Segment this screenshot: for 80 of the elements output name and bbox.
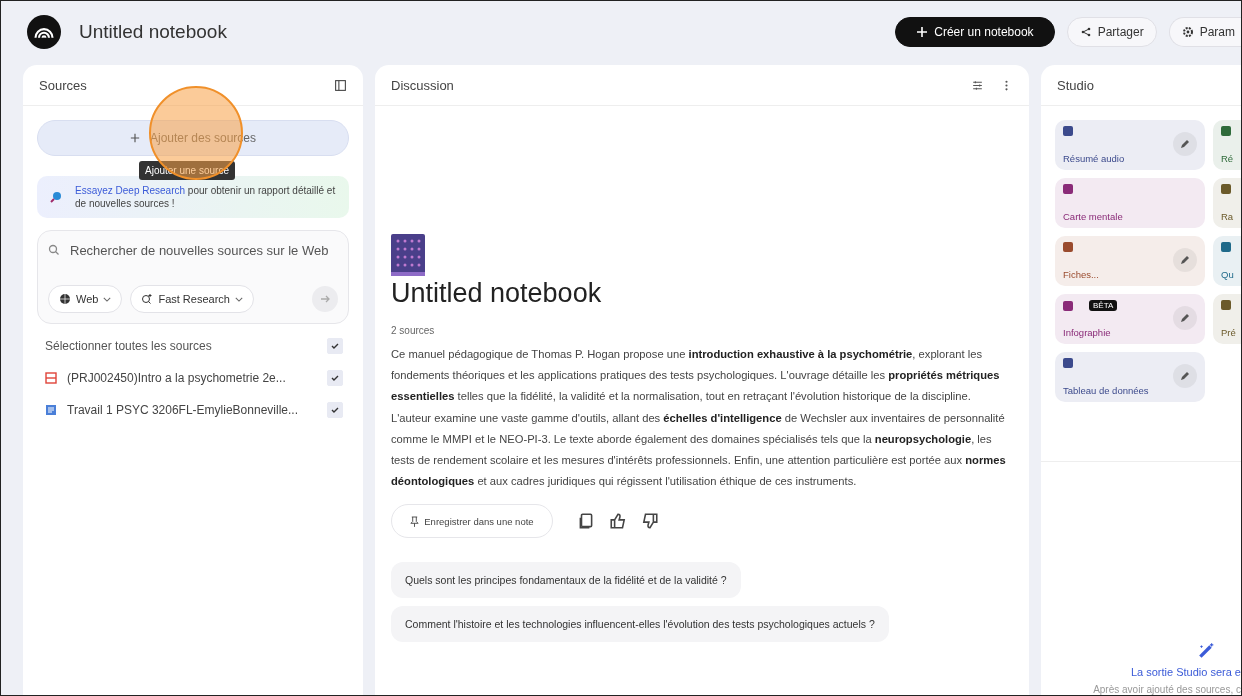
edit-button[interactable] bbox=[1173, 132, 1197, 156]
logo-icon bbox=[27, 15, 61, 49]
suggested-question[interactable]: Quels sont les principes fondamentaux de la fidélité et de la validité ? bbox=[391, 562, 741, 599]
search-box[interactable]: Rechercher de nouvelles sources sur le Web Web Fast Research bbox=[37, 230, 349, 324]
thumbs-up-icon[interactable] bbox=[608, 512, 627, 531]
check-icon bbox=[330, 341, 340, 351]
document-icon bbox=[45, 404, 57, 416]
studio-card[interactable]: Pré bbox=[1213, 294, 1241, 344]
card-label: Résumé audio bbox=[1063, 153, 1126, 164]
empty-state-text: Après avoir ajouté des sources, c bbox=[1093, 684, 1241, 695]
source-item[interactable]: (PRJ002450)Intro a la psychometrie 2e... bbox=[67, 371, 317, 385]
checkbox[interactable] bbox=[327, 370, 343, 386]
card-label: Fiches... bbox=[1063, 269, 1100, 280]
globe-icon bbox=[59, 293, 71, 305]
check-icon bbox=[330, 405, 340, 415]
notebook-title: Untitled notebook bbox=[79, 21, 227, 43]
magnifier-icon bbox=[49, 190, 63, 204]
studio-card[interactable]: Tableau de données bbox=[1055, 352, 1205, 402]
card-label: Qu bbox=[1221, 269, 1235, 280]
caret-icon bbox=[103, 296, 112, 302]
search-sparkle-icon bbox=[141, 293, 154, 305]
settings-icon bbox=[1181, 26, 1194, 38]
card-label: Ra bbox=[1221, 211, 1235, 222]
suggested-question[interactable]: Comment l'histoire et les technologies influencent-elles l'évolution des tests psychologiques actuels ? bbox=[391, 606, 889, 643]
summary-text: Ce manuel pédagogique de Thomas P. Hogan propose une introduction exhaustive à la psychométrie, explorant les fondements théoriques et les applications pratiques des tests psychologiques. L'ouvrage détaille les propriétés métriques essentielles telles que la fidélité, la validité et la normalisation, tout en retraçant l'évolution historique de la discipline. L'auteur examine une vaste gamme d'outils, allant des échelles d'intelligence de Wechsler aux inventaires de personnalité comme le MMPI et le NEO-PI-3. Le texte aborde également des domaines spécialisés tels que la neuropsychologie, les tests de rendement scolaire et les mesures d'intérêts professionnels. Enfin, une attention particulière est portée aux normes déontologiques et aux cadres juridiques qui régissent l'utilisation éthique de ces instruments. bbox=[391, 347, 1007, 490]
create-notebook-button[interactable]: Créer un notebook bbox=[895, 17, 1055, 47]
check-icon bbox=[330, 373, 340, 383]
magic-wand-icon bbox=[1197, 642, 1215, 660]
share-button[interactable]: Partager bbox=[1066, 17, 1157, 47]
empty-state-title: La sortie Studio sera e bbox=[1130, 666, 1241, 678]
source-item[interactable]: Travail 1 PSYC 3206FL-EmylieBonneville... bbox=[67, 403, 317, 417]
studio-card[interactable]: Qu bbox=[1213, 236, 1241, 286]
checkbox[interactable] bbox=[327, 338, 343, 354]
web-dropdown[interactable]: Web bbox=[48, 285, 123, 313]
edit-button[interactable] bbox=[1173, 306, 1197, 330]
panel-title: Discussion bbox=[391, 77, 454, 93]
card-label: Infographie bbox=[1063, 327, 1112, 338]
pin-icon bbox=[410, 515, 419, 527]
pencil-icon bbox=[1179, 312, 1191, 324]
pencil-icon bbox=[1179, 138, 1191, 150]
panel-title: Sources bbox=[39, 77, 87, 93]
edit-button[interactable] bbox=[1173, 364, 1197, 388]
settings-button[interactable]: Param bbox=[1168, 17, 1241, 47]
studio-card[interactable]: BÊTA Infographie bbox=[1055, 294, 1205, 344]
pdf-file-icon bbox=[45, 372, 57, 384]
pencil-icon bbox=[1179, 370, 1191, 382]
thumbs-down-icon[interactable] bbox=[640, 512, 659, 531]
arrow-icon bbox=[319, 293, 331, 305]
studio-card[interactable]: Ra bbox=[1213, 178, 1241, 228]
tune-icon[interactable] bbox=[971, 78, 984, 92]
panel-title: Studio bbox=[1057, 77, 1094, 93]
deep-research-link[interactable]: Essayez Deep Research bbox=[75, 185, 186, 196]
source-count: 2 sources bbox=[391, 325, 435, 336]
caret-icon bbox=[234, 296, 243, 302]
plus-icon bbox=[129, 133, 140, 143]
save-to-note-button[interactable]: Enregistrer dans une note bbox=[391, 504, 553, 539]
chip-label: Web bbox=[76, 293, 99, 305]
beta-badge: BÊTA bbox=[1089, 300, 1118, 311]
studio-card[interactable]: Carte mentale bbox=[1055, 178, 1205, 228]
card-label: Ré bbox=[1221, 153, 1235, 164]
card-label: Pré bbox=[1221, 327, 1237, 338]
checkbox[interactable] bbox=[327, 402, 343, 418]
share-icon bbox=[1079, 26, 1092, 38]
card-label: Tableau de données bbox=[1063, 385, 1150, 396]
card-label: Carte mentale bbox=[1063, 211, 1124, 222]
pencil-icon bbox=[1179, 254, 1191, 266]
studio-card[interactable]: Résumé audio bbox=[1055, 120, 1205, 170]
edit-button[interactable] bbox=[1173, 248, 1197, 272]
studio-card[interactable]: Ré bbox=[1213, 120, 1241, 170]
chip-label: Fast Research bbox=[158, 293, 230, 305]
sidebar-toggle-icon[interactable] bbox=[334, 78, 347, 92]
select-all-label: Sélectionner toutes les sources bbox=[45, 339, 213, 353]
search-icon bbox=[48, 244, 60, 256]
plus-icon bbox=[916, 26, 929, 38]
promo-text: Essayez Deep Research pour obtenir un rapport détaillé et de nouvelles sources ! bbox=[75, 184, 337, 210]
studio-card[interactable]: Fiches... bbox=[1055, 236, 1205, 286]
notebook-heading: Untitled notebook bbox=[391, 278, 602, 309]
search-field[interactable]: Rechercher de nouvelles sources sur le Web bbox=[70, 241, 338, 281]
research-mode-dropdown[interactable]: Fast Research bbox=[130, 285, 254, 313]
notebook-icon bbox=[391, 234, 425, 276]
